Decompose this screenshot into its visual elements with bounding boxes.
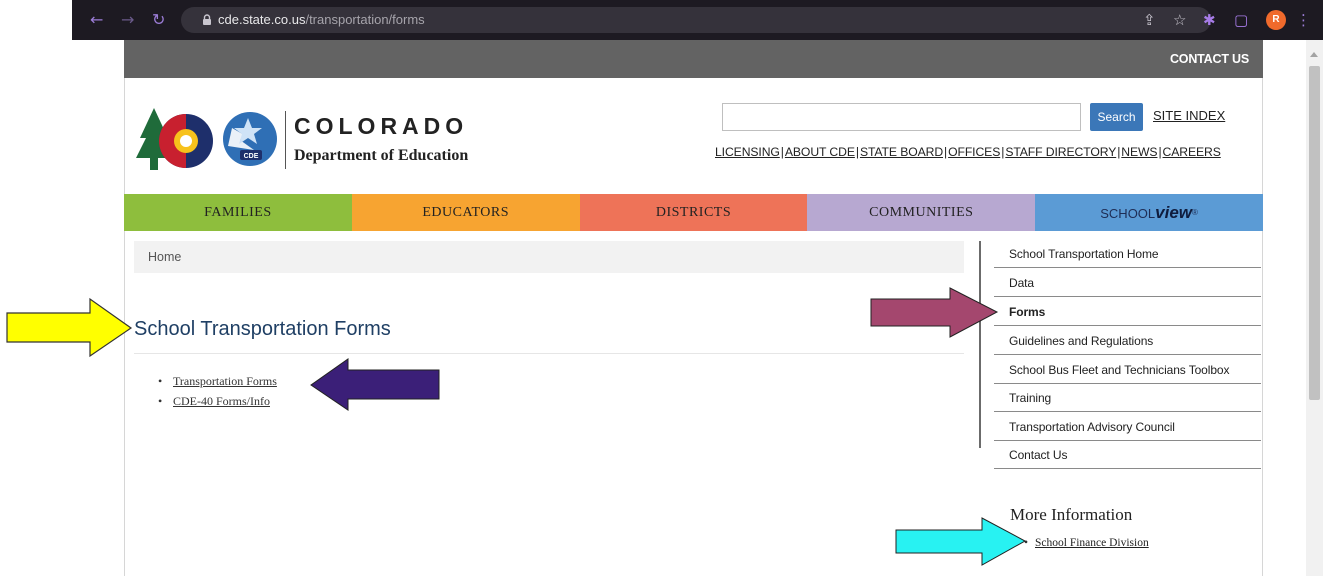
mauve-arrow-icon: [870, 287, 999, 338]
annotation-overlay: [6, 287, 1027, 566]
purple-arrow-icon: [310, 358, 440, 411]
cyan-arrow-icon: [895, 517, 1027, 566]
yellow-arrow-icon: [6, 297, 133, 358]
